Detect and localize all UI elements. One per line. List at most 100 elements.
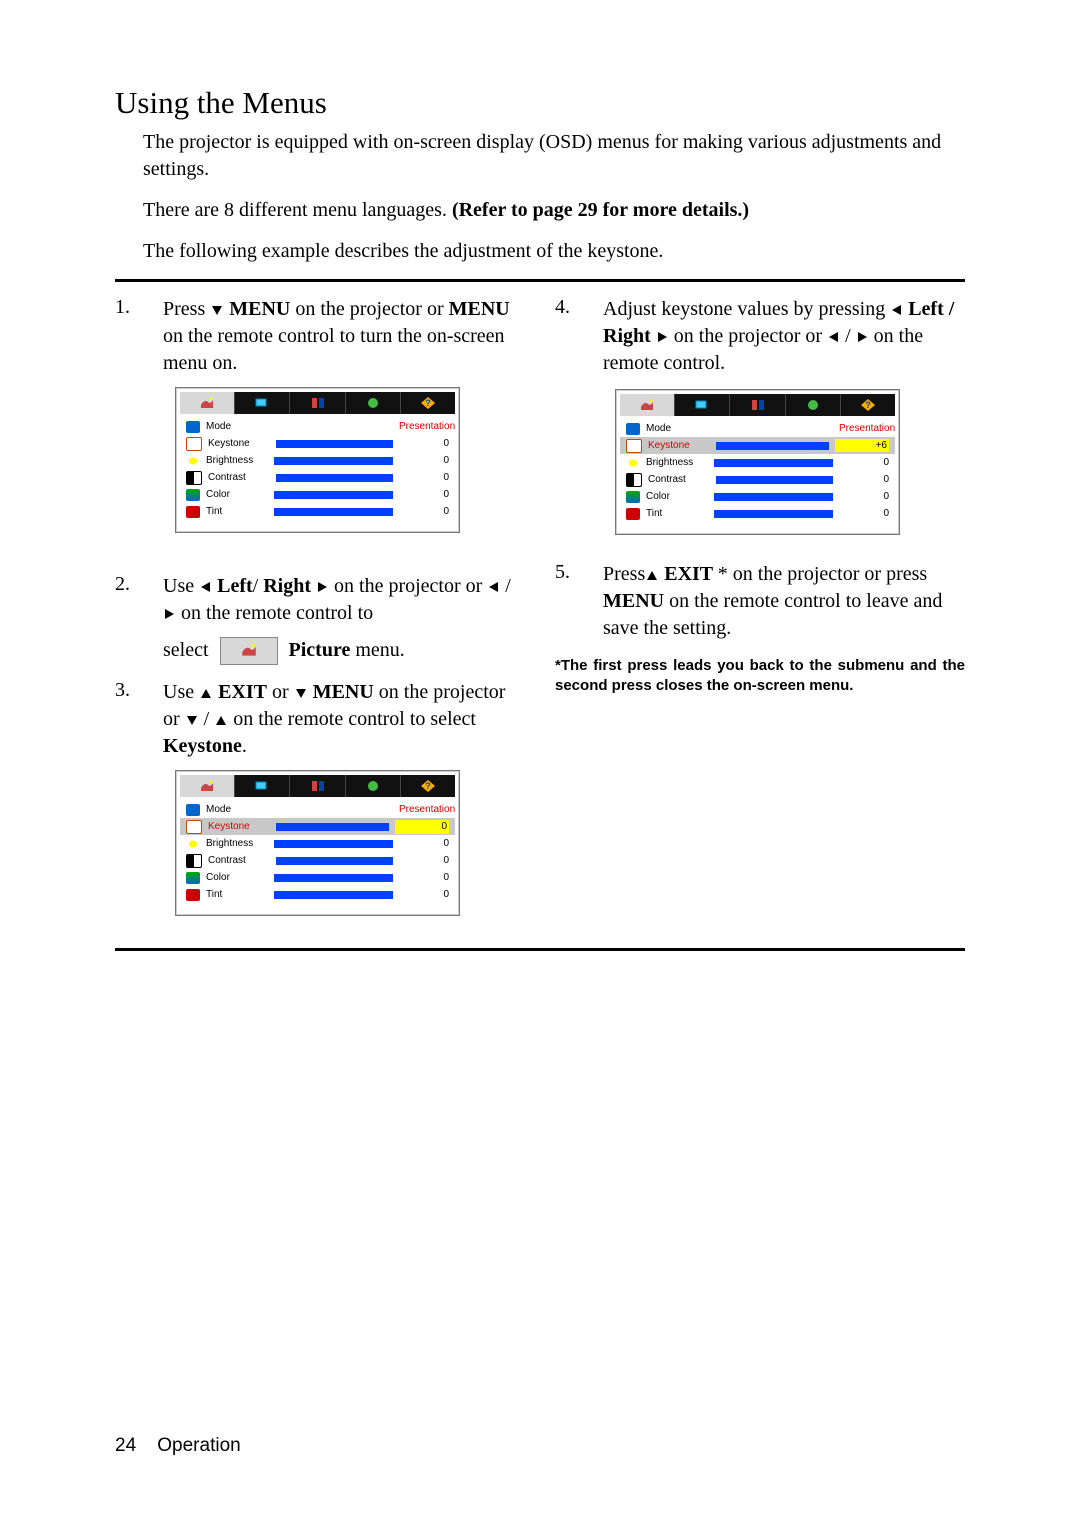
osd-row-tint: Tint 0 <box>180 503 455 520</box>
t: MENU <box>308 681 374 703</box>
svg-text:?: ? <box>865 400 871 410</box>
osd-row-contrast: Contrast 0 <box>620 471 895 488</box>
tint-icon <box>186 506 200 518</box>
osd-row-keystone: Keystone 0 <box>180 435 455 452</box>
intro-p2b: (Refer to page 29 for more details.) <box>452 199 749 221</box>
t: on the projector or <box>329 575 487 597</box>
down-arrow-icon <box>212 306 222 315</box>
tab-settings-icon <box>290 392 345 414</box>
t: menu. <box>350 639 404 661</box>
picture-tab-icon <box>220 637 278 665</box>
divider-top <box>115 279 965 282</box>
osd-row-tint: Tint 0 <box>620 505 895 522</box>
step-1-number: 1. <box>115 296 163 533</box>
osd-row-brightness: Brightness 0 <box>180 835 455 852</box>
tab-settings-icon <box>290 775 345 797</box>
intro-p3: The following example describes the adju… <box>143 238 965 265</box>
t: Left <box>212 575 253 597</box>
l: Keystone <box>208 437 270 451</box>
osd-tabs: ? <box>620 394 895 416</box>
contrast-icon <box>626 473 642 487</box>
t: Use <box>163 575 199 597</box>
step-5-text: Press EXIT * on the projector or press M… <box>603 561 965 642</box>
up-arrow-icon <box>216 716 226 725</box>
t: on the projector or <box>669 325 827 347</box>
l: Keystone <box>648 439 710 453</box>
page-number: 24 <box>115 1435 136 1456</box>
t: EXIT <box>213 681 267 703</box>
osd-row-brightness: Brightness 0 <box>620 454 895 471</box>
osd-row-keystone-selected: Keystone 0 <box>180 818 455 835</box>
v: 0 <box>399 488 449 502</box>
contrast-icon <box>186 471 202 485</box>
osd-row-brightness: Brightness 0 <box>180 452 455 469</box>
tab-source-icon <box>235 775 290 797</box>
osd-row-contrast: Contrast 0 <box>180 469 455 486</box>
t: * on the projector or press <box>718 563 927 585</box>
osd-row-color: Color 0 <box>180 486 455 503</box>
v: 0 <box>399 871 449 885</box>
l: Contrast <box>208 854 270 868</box>
v: 0 <box>395 820 449 834</box>
osd-row-color: Color 0 <box>620 488 895 505</box>
color-icon <box>186 872 200 884</box>
up-arrow-icon <box>647 571 657 580</box>
keystone-icon <box>626 439 642 453</box>
v: 0 <box>839 473 889 487</box>
t: Adjust keystone values by pressing <box>603 298 890 320</box>
color-icon <box>186 489 200 501</box>
brightness-icon <box>186 838 200 850</box>
right-arrow-icon <box>318 582 327 592</box>
mode-icon <box>626 423 640 435</box>
tab-info-icon: ? <box>401 392 455 414</box>
tint-icon <box>626 508 640 520</box>
step-3-text: Use EXIT or MENU on the projector or / o… <box>163 679 525 916</box>
l: Color <box>646 490 708 504</box>
step-2-text: Use Left/ Right on the projector or / on… <box>163 573 525 665</box>
v: 0 <box>839 456 889 470</box>
brightness-icon <box>626 457 640 469</box>
intro-p2: There are 8 different menu languages. (R… <box>143 197 965 224</box>
l: Mode <box>206 803 268 817</box>
tab-info-icon: ? <box>401 775 455 797</box>
mode-icon <box>186 804 200 816</box>
l: Mode <box>206 420 268 434</box>
intro-p1: The projector is equipped with on-screen… <box>143 129 965 183</box>
left-arrow-icon <box>829 332 838 342</box>
t: on the projector or <box>290 298 448 320</box>
svg-text:?: ? <box>425 398 431 408</box>
v: 0 <box>839 490 889 504</box>
l: Contrast <box>648 473 710 487</box>
l: Tint <box>206 888 268 902</box>
v: Presentation <box>399 803 449 817</box>
tab-source-icon <box>675 394 730 416</box>
t: Picture <box>289 639 351 661</box>
mode-icon <box>186 421 200 433</box>
t: EXIT <box>659 563 718 585</box>
osd-tabs: ? <box>180 775 455 797</box>
osd-tabs: ? <box>180 392 455 414</box>
v: +6 <box>835 439 889 453</box>
v: 0 <box>399 437 449 451</box>
t: MENU <box>224 298 290 320</box>
tab-picture-icon <box>180 392 235 414</box>
t: / <box>199 708 215 730</box>
l: Color <box>206 488 268 502</box>
page-footer: 24 Operation <box>115 1435 241 1457</box>
osd-menu-4: ? Mode Presentation <box>615 389 900 535</box>
t: . <box>242 735 247 757</box>
v: 0 <box>399 505 449 519</box>
l: Tint <box>646 507 708 521</box>
down-arrow-icon <box>187 716 197 725</box>
l: Brightness <box>206 454 268 468</box>
t: on the remote control to turn the on-scr… <box>163 325 505 374</box>
tab-advanced-icon <box>346 775 401 797</box>
t: Keystone <box>163 735 242 757</box>
contrast-icon <box>186 854 202 868</box>
t: MENU <box>603 590 669 612</box>
tab-advanced-icon <box>786 394 841 416</box>
l: Tint <box>206 505 268 519</box>
step-4-text: Adjust keystone values by pressing Left … <box>603 296 965 535</box>
v: Presentation <box>839 422 889 436</box>
osd-row-mode: Mode Presentation <box>180 418 455 435</box>
